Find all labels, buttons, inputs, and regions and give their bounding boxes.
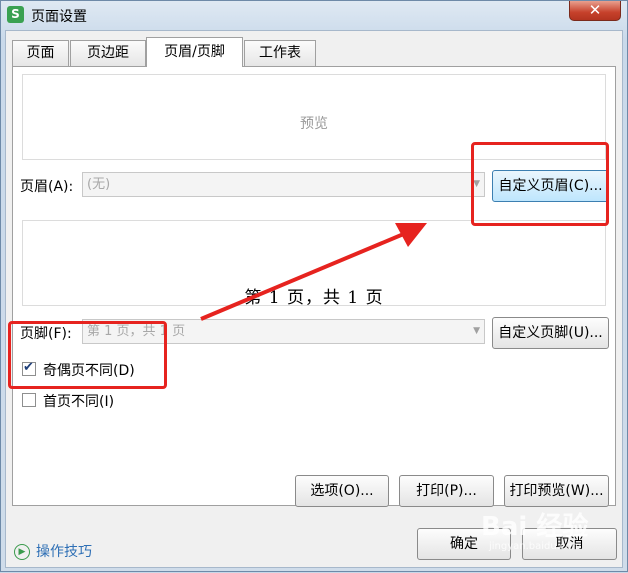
close-button[interactable]: ✕ <box>569 1 621 21</box>
cancel-button[interactable]: 取消 <box>522 528 617 560</box>
header-preview: 预览 <box>22 74 606 160</box>
tab-margins[interactable]: 页边距 <box>70 40 146 66</box>
odd-even-checkbox[interactable] <box>22 360 36 376</box>
tab-header-footer[interactable]: 页眉/页脚 <box>146 37 243 67</box>
chevron-down-icon: ▼ <box>473 326 480 336</box>
print-button[interactable]: 打印(P)... <box>399 475 494 507</box>
wps-app-icon: S <box>7 6 24 23</box>
dialog-client-area: 页面 页边距 页眉/页脚 工作表 预览 页眉(A): (无) ▼ 自定义页眉(C… <box>5 30 623 568</box>
footer-select[interactable]: 第 1 页，共 1 页 ▼ <box>82 319 485 344</box>
ok-button[interactable]: 确定 <box>417 528 511 560</box>
chevron-down-icon: ▼ <box>473 179 480 189</box>
first-page-checkbox[interactable] <box>22 393 36 407</box>
options-button[interactable]: 选项(O)... <box>295 475 389 507</box>
tips-link[interactable]: ▶ 操作技巧 <box>14 541 92 561</box>
tips-label: 操作技巧 <box>36 544 92 560</box>
window-title: 页面设置 <box>31 9 87 25</box>
header-footer-panel: 预览 页眉(A): (无) ▼ 自定义页眉(C)... 第 1 页，共 1 页 … <box>12 66 616 507</box>
page-setup-dialog: S 页面设置 ✕ 页面 页边距 页眉/页脚 工作表 预览 页眉(A): (无) … <box>0 0 628 572</box>
footer-label: 页脚(F): <box>20 326 72 342</box>
custom-footer-button[interactable]: 自定义页脚(U)... <box>492 317 609 349</box>
header-select-value: (无) <box>87 177 111 192</box>
first-page-label: 首页不同(I) <box>43 394 115 410</box>
tab-page[interactable]: 页面 <box>12 40 69 66</box>
tab-sheet[interactable]: 工作表 <box>244 40 316 66</box>
play-icon: ▶ <box>14 544 30 560</box>
custom-header-button[interactable]: 自定义页眉(C)... <box>492 170 609 202</box>
footer-preview: 第 1 页，共 1 页 <box>22 220 606 308</box>
print-preview-button[interactable]: 打印预览(W)... <box>504 475 609 507</box>
footer-select-value: 第 1 页，共 1 页 <box>87 324 186 339</box>
odd-even-label: 奇偶页不同(D) <box>43 363 135 379</box>
title-bar: S 页面设置 ✕ <box>1 1 627 29</box>
header-label: 页眉(A): <box>20 179 74 195</box>
footer-preview-text: 第 1 页，共 1 页 <box>244 288 384 308</box>
header-preview-label: 预览 <box>300 116 328 132</box>
header-select[interactable]: (无) ▼ <box>82 172 485 197</box>
